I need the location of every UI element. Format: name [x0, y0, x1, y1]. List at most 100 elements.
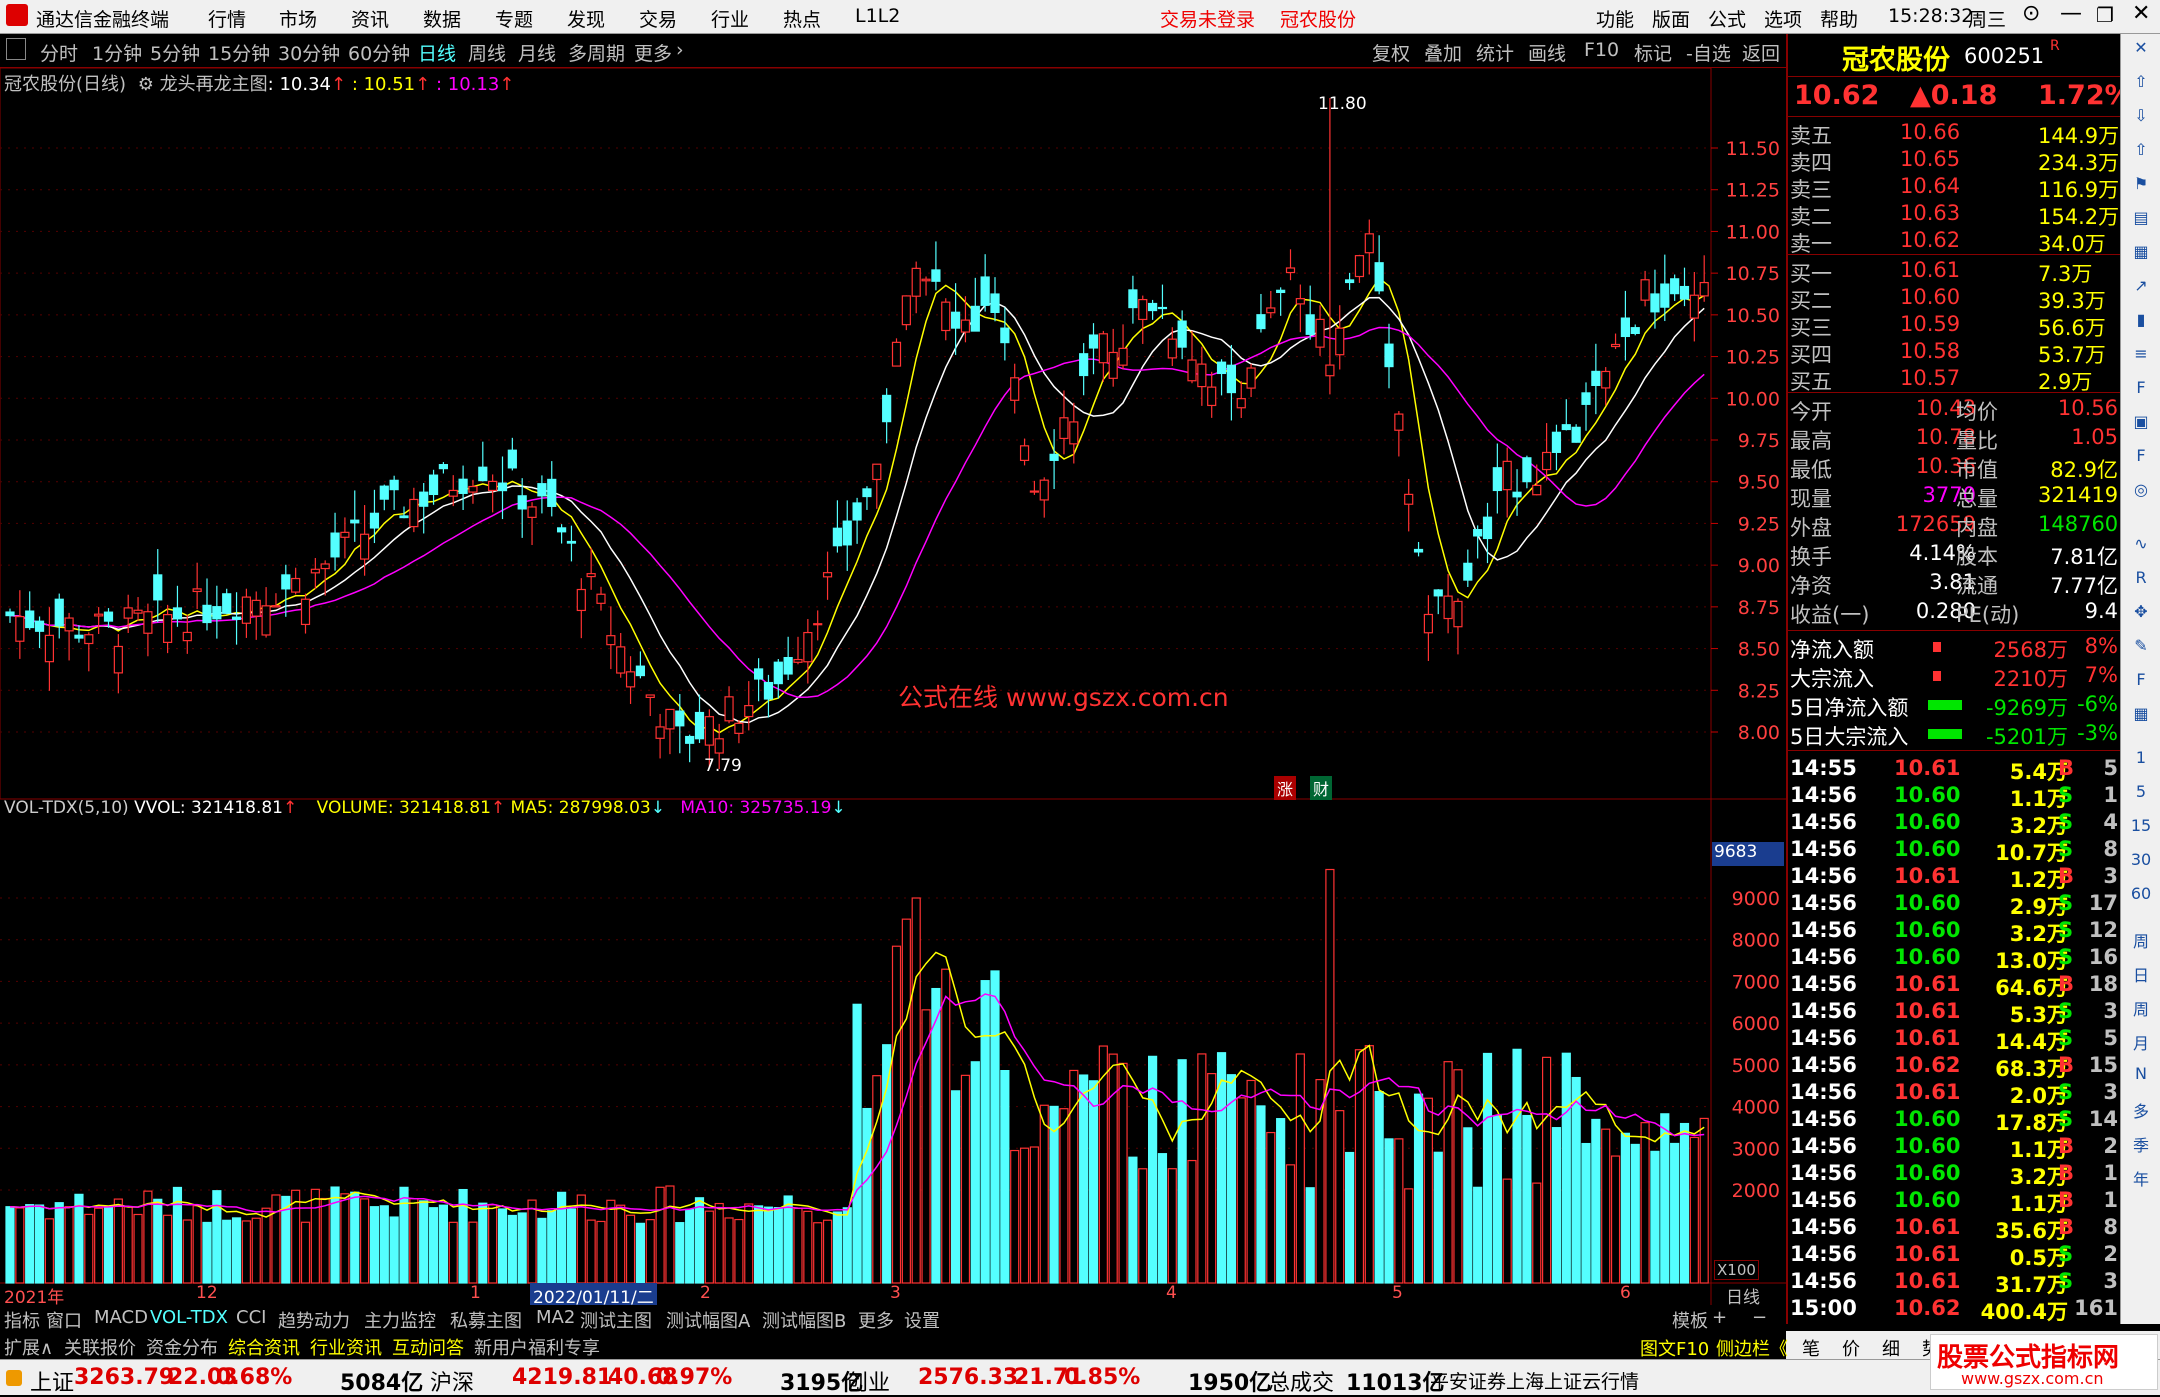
layout-icon[interactable]: ▣ [2126, 412, 2156, 440]
list-icon[interactable]: ≡ [2126, 344, 2156, 372]
tab-detail[interactable]: 笔 [1802, 1335, 1820, 1361]
btn-fanhui[interactable]: 返回 [1742, 39, 1780, 66]
settings-gear-icon[interactable]: ⚙ [138, 74, 154, 95]
indicator-tab[interactable]: CCI [236, 1307, 266, 1328]
menu-redian[interactable]: 热点 [783, 5, 821, 32]
circle-icon[interactable]: ◎ [2126, 480, 2156, 508]
tick-row[interactable]: 14:56 10.60 17.8万 S 14 [1788, 1107, 2122, 1135]
bid-row[interactable]: 买一 10.61 7.3万 [1788, 258, 2122, 286]
side-period-button[interactable]: 日 [2126, 962, 2156, 990]
indicator-tab[interactable]: 指标 [4, 1307, 40, 1333]
indicator-tab[interactable]: 测试主图 [580, 1307, 652, 1333]
tick-row[interactable]: 14:56 10.61 35.6万 B 8 [1788, 1215, 2122, 1243]
info-tab[interactable]: 综合资讯 [228, 1334, 300, 1360]
bid-row[interactable]: 买四 10.58 53.7万 [1788, 339, 2122, 367]
side-period-button[interactable]: N [2126, 1064, 2156, 1092]
tick-row[interactable]: 14:55 10.61 5.4万 B 5 [1788, 756, 2122, 784]
tab-detail[interactable]: 价 [1842, 1335, 1860, 1361]
menu-banmian[interactable]: 版面 [1652, 5, 1690, 32]
period-weekly[interactable]: 周线 [468, 39, 506, 66]
info-tab[interactable]: 扩展∧ [4, 1334, 53, 1360]
back-icon[interactable]: ⊙ [2022, 1, 2040, 26]
bid-row[interactable]: 买三 10.59 56.6万 [1788, 312, 2122, 340]
indicator-tab[interactable]: MA2 [536, 1307, 575, 1328]
menu-faxian[interactable]: 发现 [567, 5, 605, 32]
kline-chart[interactable]: 11.50 11.25 11.00 10.75 10.50 10.25 10.00 9.75 9… [0, 68, 1786, 1305]
tick-row[interactable]: 14:56 10.60 2.9万 S 17 [1788, 891, 2122, 919]
period-fenshi[interactable]: 分时 [40, 39, 78, 66]
move-icon[interactable]: ✥ [2126, 602, 2156, 630]
marker-zhang[interactable]: 涨 [1274, 776, 1297, 800]
side-period-button[interactable]: 5 [2126, 782, 2156, 810]
ask-row[interactable]: 卖一 10.62 34.0万 [1788, 228, 2122, 256]
period-60min[interactable]: 60分钟 [348, 39, 410, 66]
btn-biaoji[interactable]: 标记 [1634, 39, 1672, 66]
indicator-tab[interactable]: 窗口 [46, 1307, 82, 1333]
chevron-right-icon[interactable]: › [676, 39, 684, 61]
info-tab[interactable]: 行业资讯 [310, 1334, 382, 1360]
period-more[interactable]: 更多 [634, 39, 672, 66]
tab-sidebar[interactable]: 侧边栏《 [1716, 1335, 1788, 1361]
side-period-button[interactable]: 年 [2126, 1166, 2156, 1194]
tick-row[interactable]: 14:56 10.61 5.3万 S 3 [1788, 999, 2122, 1027]
restore-icon[interactable]: ❐ [2096, 3, 2114, 27]
period-multi[interactable]: 多周期 [568, 39, 625, 66]
side-period-button[interactable]: 15 [2126, 816, 2156, 844]
pencil-icon[interactable]: ✎ [2126, 636, 2156, 664]
flag-icon[interactable]: ⚑ [2126, 174, 2156, 202]
menu-gongshi[interactable]: 公式 [1708, 5, 1746, 32]
index-name[interactable]: 上证 [30, 1365, 74, 1397]
side-period-button[interactable]: 季 [2126, 1132, 2156, 1160]
info-tab[interactable]: 新用户福利专享 [474, 1334, 600, 1360]
tab-f10[interactable]: 图文F10 [1640, 1335, 1709, 1361]
grid-icon[interactable]: ▦ [2126, 704, 2156, 732]
index-name[interactable]: 沪深 [430, 1365, 474, 1397]
ask-row[interactable]: 卖三 10.64 116.9万 [1788, 174, 2122, 202]
menu-l1l2[interactable]: L1L2 [855, 5, 900, 27]
period-monthly[interactable]: 月线 [518, 39, 556, 66]
indicator-name[interactable]: 龙头再龙主图 [160, 74, 268, 95]
fs-icon[interactable]: F [2126, 670, 2156, 698]
menu-hangye[interactable]: 行业 [711, 5, 749, 32]
tick-row[interactable]: 14:56 10.61 31.7万 S 3 [1788, 1269, 2122, 1297]
menu-bangzhu[interactable]: 帮助 [1820, 5, 1858, 32]
tick-row[interactable]: 14:56 10.61 0.5万 S 2 [1788, 1242, 2122, 1270]
menu-gongneng[interactable]: 功能 [1596, 5, 1634, 32]
tick-row[interactable]: 14:56 10.61 14.4万 S 5 [1788, 1026, 2122, 1054]
f2-icon[interactable]: F [2126, 446, 2156, 474]
info-tab[interactable]: 关联报价 [64, 1334, 136, 1360]
tick-row[interactable]: 14:56 10.61 1.2万 B 3 [1788, 864, 2122, 892]
bid-row[interactable]: 买五 10.57 2.9万 [1788, 366, 2122, 394]
indicator-tab[interactable]: VOL-TDX [150, 1307, 228, 1328]
tick-row[interactable]: 14:56 10.60 13.0万 S 16 [1788, 945, 2122, 973]
up-arrow-icon[interactable]: ⇧ [2126, 140, 2156, 168]
rsi-icon[interactable]: R [2126, 568, 2156, 596]
side-period-button[interactable]: 多 [2126, 1098, 2156, 1126]
candle-icon[interactable]: ▮ [2126, 310, 2156, 338]
tick-row[interactable]: 14:56 10.60 1.1万 B 1 [1788, 1188, 2122, 1216]
side-period-button[interactable]: 周 [2126, 996, 2156, 1024]
menu-hangqing[interactable]: 行情 [208, 5, 246, 32]
period-15min[interactable]: 15分钟 [208, 39, 270, 66]
chart-icon[interactable]: ↗ [2126, 276, 2156, 304]
indicator-tab[interactable]: 测试幅图A [666, 1307, 750, 1333]
btn-huaxian[interactable]: 画线 [1528, 39, 1566, 66]
indicator-tab[interactable]: 私募主图 [450, 1307, 522, 1333]
side-period-button[interactable]: 月 [2126, 1030, 2156, 1058]
menu-xuanxiang[interactable]: 选项 [1764, 5, 1802, 32]
btn-tongji[interactable]: 统计 [1476, 39, 1514, 66]
minimize-icon[interactable]: — [2060, 1, 2082, 26]
menu-shuju[interactable]: 数据 [423, 5, 461, 32]
tick-row[interactable]: 14:56 10.60 3.2万 B 1 [1788, 1161, 2122, 1189]
tab-tool-button[interactable]: + [1712, 1307, 1727, 1328]
book-icon[interactable]: ▤ [2126, 208, 2156, 236]
info-tab[interactable]: 互动问答 [392, 1334, 464, 1360]
ask-row[interactable]: 卖四 10.65 234.3万 [1788, 147, 2122, 175]
side-period-button[interactable]: 60 [2126, 884, 2156, 912]
tick-row[interactable]: 14:56 10.62 68.3万 B 15 [1788, 1053, 2122, 1081]
info-tab[interactable]: 资金分布 [146, 1334, 218, 1360]
indicator-tab[interactable]: MACD [94, 1307, 148, 1328]
bid-row[interactable]: 买二 10.60 39.3万 [1788, 285, 2122, 313]
menu-zhuanti[interactable]: 专题 [495, 5, 533, 32]
indicator-tab[interactable]: 趋势动力 [278, 1307, 350, 1333]
